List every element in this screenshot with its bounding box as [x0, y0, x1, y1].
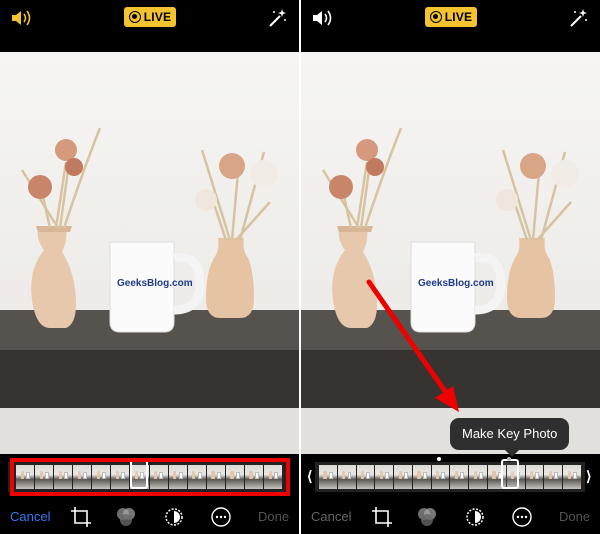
photo-scene: GeeksBlog.com: [0, 127, 299, 454]
magic-wand-icon[interactable]: [567, 7, 589, 29]
speaker-icon[interactable]: [10, 8, 32, 28]
live-photo: GeeksBlog.com: [0, 52, 299, 454]
top-bar: LIVE: [301, 0, 600, 52]
done-button[interactable]: Done: [258, 509, 289, 524]
bottom-toolbar: Cancel Done: [301, 500, 600, 534]
timeline-frames: [319, 465, 581, 489]
tooltip-arrow: [505, 450, 519, 457]
mug-logo-text: GeeksBlog.com: [418, 278, 494, 289]
live-icon: [128, 11, 141, 23]
crop-icon[interactable]: [371, 506, 393, 528]
live-photo-timeline[interactable]: [315, 459, 585, 492]
cancel-button[interactable]: Cancel: [10, 509, 50, 524]
live-icon: [429, 11, 442, 23]
bottom-toolbar: Cancel Done: [0, 500, 299, 534]
cancel-button[interactable]: Cancel: [311, 509, 351, 524]
right-panel: LIVE GeeksBlog.com ⟨ ⟩ Make Key Photo Ca…: [301, 0, 600, 534]
filters-icon[interactable]: [115, 506, 137, 528]
current-frame-dot: [507, 457, 511, 461]
live-button[interactable]: LIVE: [425, 7, 477, 27]
more-icon[interactable]: [210, 506, 232, 528]
live-button[interactable]: LIVE: [124, 7, 176, 27]
chevron-right-icon[interactable]: ⟩: [586, 468, 591, 485]
left-panel: LIVE GeeksBlog.com Cancel Done: [0, 0, 299, 534]
chevron-left-icon[interactable]: ⟨: [307, 468, 312, 485]
adjust-icon[interactable]: [464, 506, 486, 528]
make-key-photo-button[interactable]: Make Key Photo: [450, 418, 570, 450]
adjust-icon[interactable]: [163, 506, 185, 528]
live-photo: GeeksBlog.com: [301, 52, 600, 454]
top-bar: LIVE: [0, 0, 299, 52]
filters-icon[interactable]: [416, 506, 438, 528]
crop-icon[interactable]: [70, 506, 92, 528]
frame-selector[interactable]: [501, 459, 519, 489]
live-label: LIVE: [444, 10, 473, 24]
speaker-icon[interactable]: [311, 8, 333, 28]
mug-logo-text: GeeksBlog.com: [117, 278, 193, 289]
photo-scene: GeeksBlog.com: [301, 127, 600, 454]
timeline-highlight: [10, 458, 290, 496]
more-icon[interactable]: [511, 506, 533, 528]
live-label: LIVE: [143, 10, 172, 24]
done-button[interactable]: Done: [559, 509, 590, 524]
key-photo-dot: [437, 457, 441, 461]
magic-wand-icon[interactable]: [266, 7, 288, 29]
